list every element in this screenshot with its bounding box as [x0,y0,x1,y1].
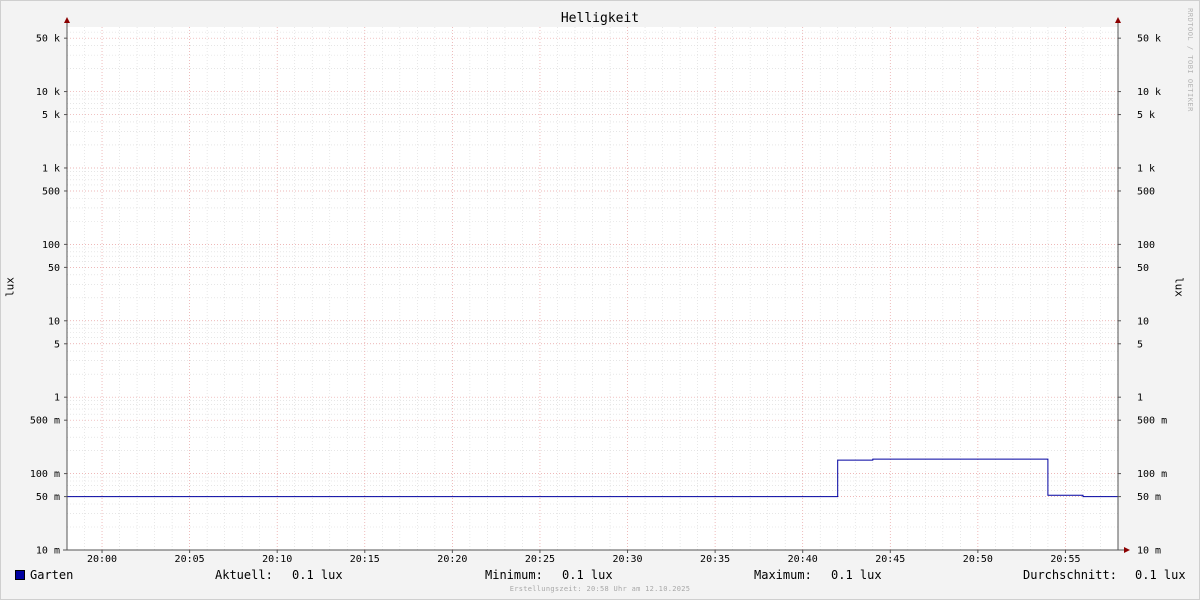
y-tick-label-left: 10 k [36,87,60,98]
x-tick-label: 20:30 [612,554,642,565]
y-tick-label-right: 5 [1137,339,1143,350]
legend-series-name: Garten [30,568,74,582]
y-tick-label-right: 10 m [1137,546,1161,557]
x-axis-arrow [1124,547,1130,553]
y-tick-label-right: 100 m [1137,469,1167,480]
legend-avg-value: 0.1 lux [1135,568,1186,582]
y-tick-label-left: 100 m [30,469,60,480]
x-tick-label: 20:45 [875,554,905,565]
legend-min-label: Minimum: [485,568,543,582]
y-tick-label-left: 50 m [36,492,60,503]
y-tick-label-left: 5 k [42,110,60,121]
legend-current-label: Aktuell: [215,568,273,582]
x-tick-label: 20:35 [700,554,730,565]
x-tick-label: 20:25 [525,554,555,565]
y-tick-label-right: 50 k [1137,34,1161,45]
x-tick-label: 20:05 [175,554,205,565]
y-tick-label-left: 5 [54,339,60,350]
y-tick-label-left: 500 [42,186,60,197]
y-tick-label-left: 50 [48,263,60,274]
y-tick-label-left: 1 [54,393,60,404]
y-tick-label-left: 500 m [30,416,60,427]
y-tick-label-left: 10 m [36,546,60,557]
x-tick-label: 20:55 [1050,554,1080,565]
x-tick-label: 20:00 [87,554,117,565]
y-tick-label-right: 5 k [1137,110,1155,121]
y-tick-label-left: 10 [48,316,60,327]
y-tick-label-right: 10 k [1137,87,1161,98]
chart-plot: 10 m 10 m 50 m 50 m 100 m 100 m 500 m 500 m 1 1 5 5… [30,17,1167,565]
legend-current-value: 0.1 lux [292,568,343,582]
x-tick-label: 20:50 [963,554,993,565]
y-axis-arrow-right [1115,17,1121,23]
y-axis-arrow-left [64,17,70,23]
y-tick-label-right: 1 k [1137,163,1155,174]
y-tick-label-right: 100 [1137,240,1155,251]
y-tick-label-right: 50 m [1137,492,1161,503]
y-tick-label-left: 50 k [36,34,60,45]
legend-avg-label: Durchschnitt: [1023,568,1117,582]
y-tick-label-right: 500 [1137,186,1155,197]
y-tick-label-right: 50 [1137,263,1149,274]
x-tick-label: 20:10 [262,554,292,565]
legend-swatch-garten [15,570,25,580]
y-tick-label-left: 100 [42,240,60,251]
y-tick-label-right: 10 [1137,316,1149,327]
x-tick-label: 20:40 [788,554,818,565]
legend-max-label: Maximum: [754,568,812,582]
x-tick-label: 20:20 [437,554,467,565]
creation-time-footer: Erstellungszeit: 20:58 Uhr am 12.10.2025 [509,585,691,593]
legend-max-value: 0.1 lux [831,568,882,582]
y-tick-label-left: 1 k [42,163,60,174]
y-tick-label-right: 1 [1137,393,1143,404]
x-tick-label: 20:15 [350,554,380,565]
y-tick-label-right: 500 m [1137,416,1167,427]
minor-grid [67,27,1118,550]
legend-min-value: 0.1 lux [562,568,613,582]
